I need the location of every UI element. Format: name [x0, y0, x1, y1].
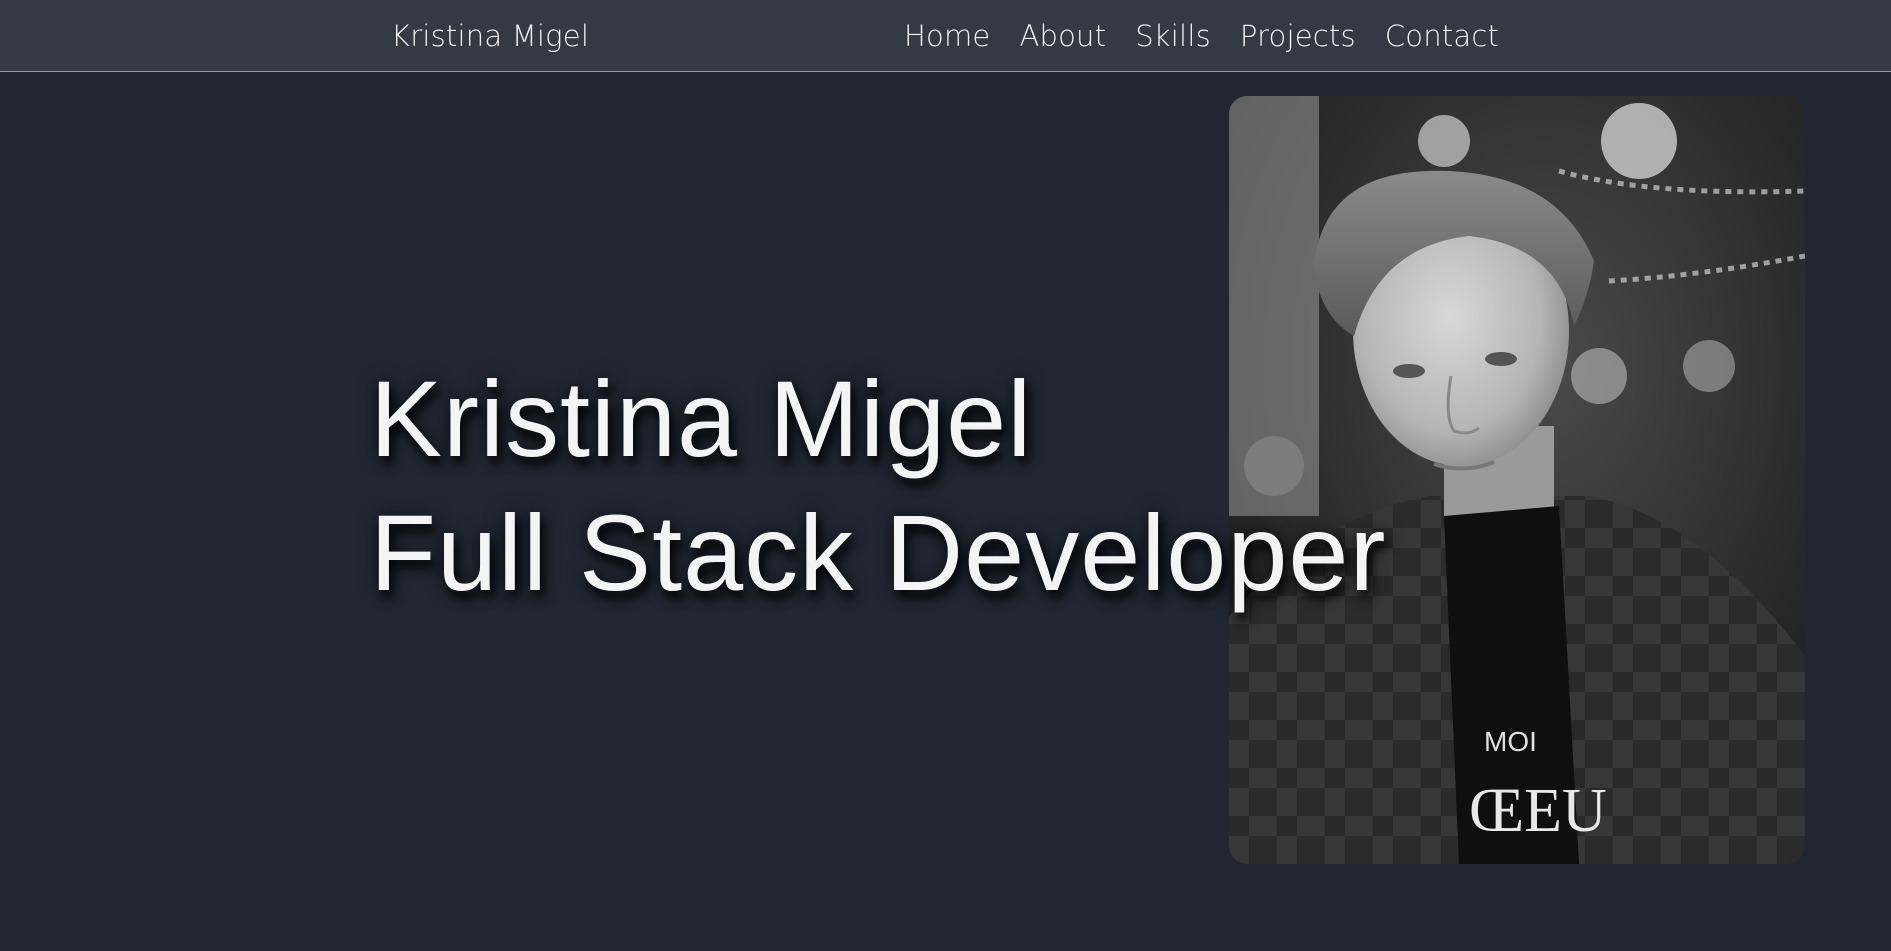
hero-name: Kristina Migel: [370, 358, 1033, 479]
nav-link-projects[interactable]: Projects: [1240, 16, 1356, 56]
shirt-text-bottom: ŒEU: [1469, 777, 1607, 845]
nav-link-home[interactable]: Home: [904, 16, 990, 56]
nav-link-skills[interactable]: Skills: [1135, 16, 1211, 56]
hero-title: Kristina Migel Full Stack Developer: [370, 352, 1386, 620]
shirt-text-top: MOI: [1484, 726, 1537, 757]
navbar: Kristina Migel Home About Skills Project…: [0, 0, 1891, 72]
nav-link-about[interactable]: About: [1019, 16, 1106, 56]
nav-link-contact[interactable]: Contact: [1385, 16, 1499, 56]
nav-links: Home About Skills Projects Contact: [904, 16, 1499, 56]
hero-role: Full Stack Developer: [370, 492, 1387, 613]
brand-link[interactable]: Kristina Migel: [391, 16, 589, 56]
